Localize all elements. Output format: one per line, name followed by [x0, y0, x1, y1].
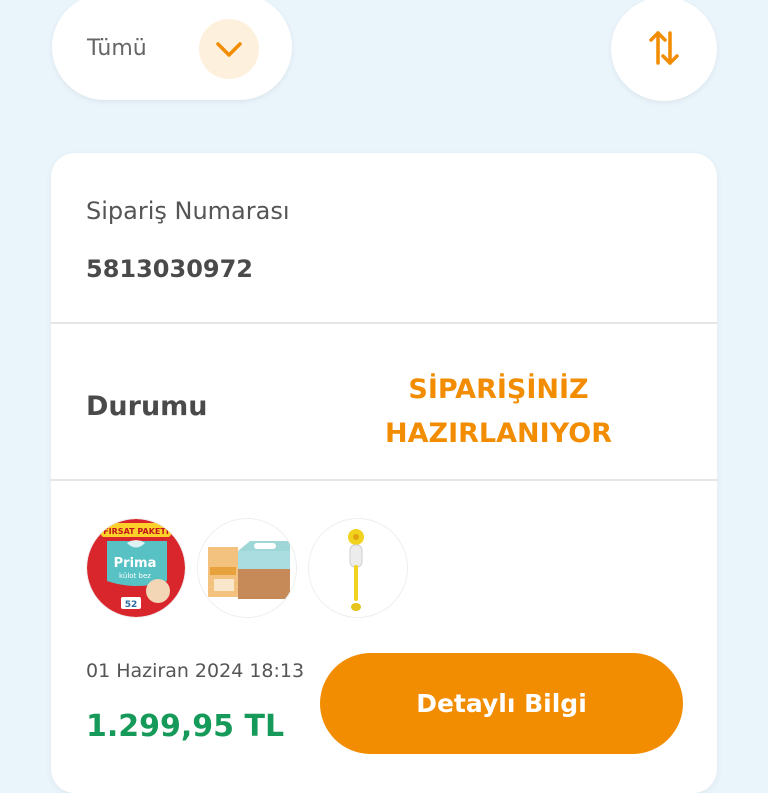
product-thumb-wipes-box[interactable] [197, 518, 297, 618]
product-subtext: külot bez [119, 572, 151, 580]
product-badge-text: FIRSAT PAKETİ [103, 526, 169, 536]
product-thumb-bottle-brush[interactable] [308, 518, 408, 618]
filter-label: Tümü [87, 36, 147, 61]
sort-arrows-icon [649, 31, 679, 65]
sort-button[interactable] [611, 0, 717, 101]
filter-dropdown[interactable]: Tümü [52, 0, 292, 100]
status-value: SİPARİŞİNİZ HAZIRLANIYOR [385, 374, 612, 449]
product-thumb-diapers[interactable]: FIRSAT PAKETİ Prima külot bez 52 [86, 518, 186, 618]
order-number-value: 5813030972 [86, 255, 253, 283]
status-label: Durumu [86, 391, 208, 422]
chevron-down-icon[interactable] [199, 19, 259, 79]
divider [51, 322, 717, 324]
divider [51, 479, 717, 481]
details-button[interactable]: Detaylı Bilgi [320, 653, 683, 754]
product-brand-text: Prima [114, 556, 157, 571]
order-date: 01 Haziran 2024 18:13 [86, 660, 305, 682]
order-number-label: Sipariş Numarası [86, 197, 290, 225]
order-total: 1.299,95 TL [86, 709, 285, 744]
product-count-text: 52 [125, 600, 138, 610]
order-card: Sipariş Numarası 5813030972 Durumu SİPAR… [51, 153, 717, 793]
